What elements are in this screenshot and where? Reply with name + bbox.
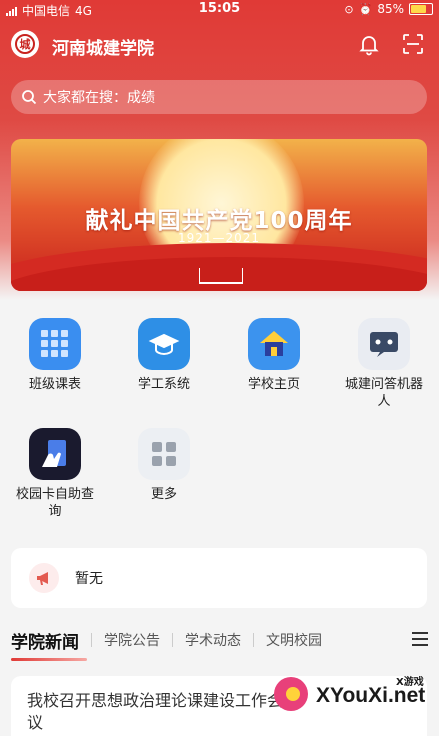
promo-banner[interactable]: 献礼中国共产党100周年 1921—2021 [11,139,427,291]
shortcut-qa-robot[interactable]: 城建问答机器人 [329,318,439,410]
megaphone-icon [29,563,59,593]
tiananmen-icon [199,268,243,284]
scan-icon[interactable] [402,33,424,55]
banner-headline: 献礼中国共产党100周年 [85,208,353,234]
shortcut-class-schedule[interactable]: 班级课表 [0,318,110,393]
announcement-bar[interactable]: 暂无 [11,548,427,608]
shortcut-campus-card[interactable]: 校园卡自助查询 [0,428,110,520]
alarm-icon: ⏰ [358,2,373,16]
watermark-brand: X游戏 [396,677,424,688]
tab-academic-news[interactable]: 学术动态 [185,630,241,650]
shortcut-more[interactable]: 更多 [109,428,219,503]
graduation-cap-icon [138,318,190,370]
announcement-text: 暂无 [75,571,103,587]
news-title: 我校召开思想政治理论课建设工作会议 [27,691,284,732]
shortcut-label: 校园卡自助查询 [15,487,94,519]
shortcut-label: 城建问答机器人 [344,377,423,409]
calendar-grid-icon [29,318,81,370]
search-bar[interactable]: 大家都在搜：成绩 [11,80,427,114]
shortcut-student-affairs[interactable]: 学工系统 [109,318,219,393]
active-tab-indicator [11,657,87,661]
tab-divider [172,633,173,647]
chat-robot-icon [358,318,410,370]
campus-card-icon [29,428,81,480]
tab-college-notices[interactable]: 学院公告 [104,630,160,650]
logo-emblem: 城 [15,34,35,54]
top-bar: 城 河南城建学院 [0,24,439,64]
shortcut-label: 学工系统 [137,377,190,392]
shortcut-school-homepage[interactable]: 学校主页 [219,318,329,393]
school-logo: 城 [11,30,39,58]
banner-years: 1921—2021 [177,231,261,245]
app-title: 河南城建学院 [52,39,154,59]
shortcut-label: 学校主页 [247,377,300,392]
bell-icon[interactable] [357,32,381,56]
news-tabs: 学院新闻 学院公告 学术动态 文明校园 [11,626,431,661]
status-bar: 中国电信 4G 15:05 ⊙ ⏰ 85% [0,0,439,18]
tab-label: 学院新闻 [11,632,79,653]
search-icon [22,90,37,105]
menu-icon[interactable] [412,632,428,646]
home-icon [248,318,300,370]
lock-rotation-icon: ⊙ [344,2,354,16]
search-placeholder: 大家都在搜：成绩 [43,90,155,106]
watermark-logo-dot [286,687,300,701]
tab-college-news[interactable]: 学院新闻 [11,628,87,661]
shortcut-label: 更多 [150,487,177,502]
more-apps-icon [138,428,190,480]
tab-divider [253,633,254,647]
shortcut-label: 班级课表 [28,377,81,392]
tab-divider [91,633,92,647]
battery-percent: 85% [377,2,404,16]
watermark: XYouXi.net X游戏 [270,671,435,721]
tab-civilized-campus[interactable]: 文明校园 [266,630,322,650]
battery-icon [409,3,433,15]
